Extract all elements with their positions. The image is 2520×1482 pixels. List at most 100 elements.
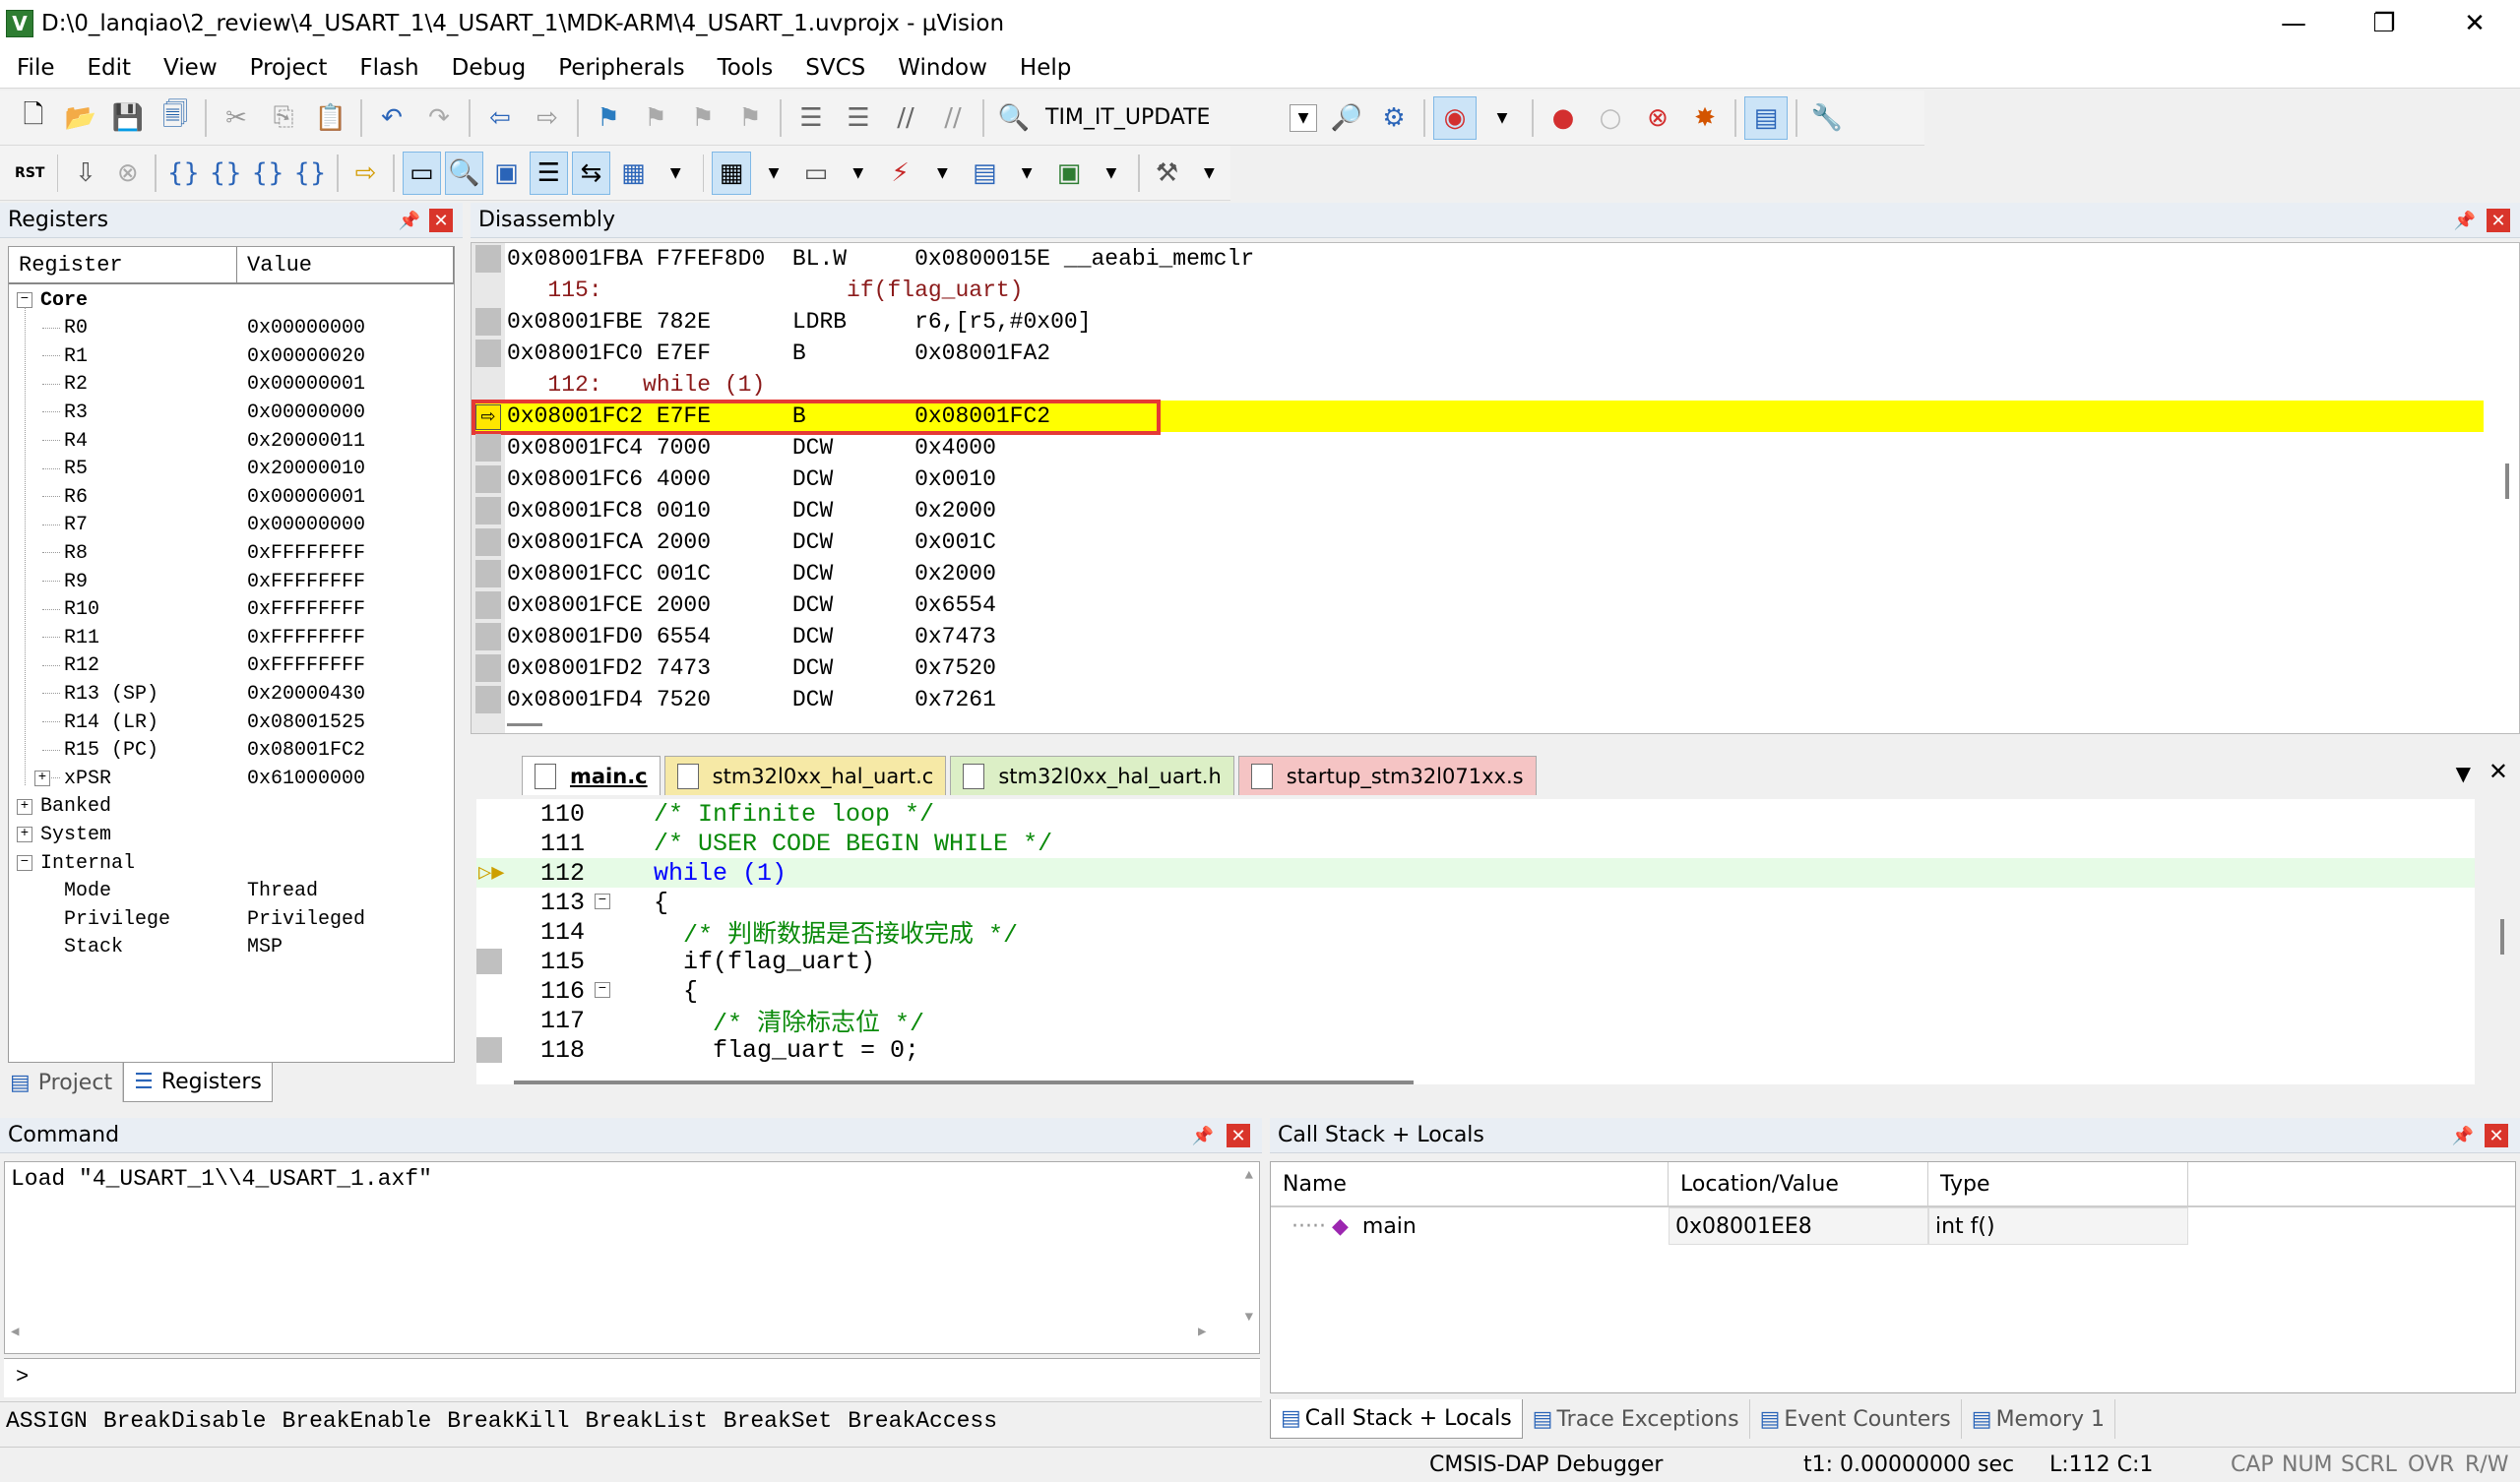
code-line[interactable]: 117 /* 清除标志位 */ [476,1006,2475,1039]
type-column-header[interactable]: Type [1928,1162,2188,1205]
register-value[interactable]: 0x00000000 [247,317,365,340]
debug-session-icon[interactable]: ◉ [1433,95,1477,140]
disassembly-row[interactable]: 0x08001FC4 7000 DCW 0x4000 [507,432,2486,463]
menu-help[interactable]: Help [1003,55,1087,81]
step-out-icon[interactable]: {} [249,152,287,195]
register-value[interactable]: 0x00000000 [247,401,365,424]
disassembly-row[interactable]: 0x08001FD2 7473 DCW 0x7520 [507,652,2486,684]
code-line[interactable]: 111 /* USER CODE BEGIN WHILE */ [476,829,2475,858]
code-line[interactable]: 113 {− [476,888,2475,917]
close-button[interactable]: ✕ [2429,0,2520,47]
save-icon[interactable]: 💾 [106,96,150,140]
register-value[interactable]: 0x00000020 [247,345,365,368]
minimize-button[interactable]: — [2248,0,2339,47]
tab-trace-exceptions[interactable]: ▤ Trace Exceptions [1523,1399,1750,1439]
register-value[interactable]: 0x20000011 [247,430,365,453]
run-icon[interactable]: ⇩ [66,152,104,195]
call-stack-window-icon[interactable]: ⇆ [571,151,610,195]
symbols-window-icon[interactable]: ▣ [487,152,526,195]
kill-breakpoints-icon[interactable]: ✸ [1683,96,1727,140]
register-row[interactable]: R11 0xFFFFFFFF [9,624,454,651]
bookmark-icon[interactable]: ⚑ [587,96,630,140]
command-window-icon[interactable]: ▭ [402,151,441,195]
disassembly-row[interactable]: 0x08001FC8 0010 DCW 0x2000 [507,495,2486,526]
register-row[interactable]: R12 0xFFFFFFFF [9,652,454,680]
code-line[interactable]: 118 flag_uart = 0; [476,1035,2475,1065]
register-group-banked[interactable]: + Banked [9,793,454,821]
source-line-row[interactable]: 112: while (1) [507,369,2486,401]
incremental-find-icon[interactable]: ⚙ [1372,96,1416,140]
analysis-window-icon[interactable]: ⚡ [881,152,919,195]
register-row[interactable]: R13 (SP) 0x20000430 [9,680,454,708]
editor-tab-0[interactable]: main.c [522,756,661,795]
unindent-icon[interactable]: ☰ [837,96,880,140]
register-value[interactable]: MSP [247,936,283,958]
source-line-row[interactable]: 115: if(flag_uart) [507,275,2486,306]
analysis-dropdown-icon[interactable]: ▼ [923,152,962,195]
disassembly-row[interactable]: 0x08001FBA F7FEF8D0 BL.W 0x0800015E __ae… [507,243,2486,275]
command-hint[interactable]: BreakDisable [103,1408,267,1435]
code-line[interactable]: 114 /* 判断数据是否接收完成 */ [476,917,2475,951]
step-over-icon[interactable]: {} [207,152,245,195]
paste-icon[interactable]: 📋 [309,96,352,140]
menu-project[interactable]: Project [233,55,344,81]
register-row[interactable]: R3 0x00000000 [9,399,454,426]
code-line[interactable]: 110 /* Infinite loop */ [476,799,2475,829]
command-hint[interactable]: ASSIGN [6,1408,88,1435]
register-row[interactable]: R14 (LR) 0x08001525 [9,709,454,736]
find-icon[interactable]: 🔎 [1325,96,1368,140]
system-viewer-dropdown-icon[interactable]: ▼ [1092,152,1130,195]
editor-body[interactable]: 110 /* Infinite loop */111 /* USER CODE … [476,799,2475,1084]
register-row[interactable]: R1 0x00000020 [9,342,454,370]
register-row[interactable]: Mode Thread [9,878,454,905]
serial-dropdown-icon[interactable]: ▼ [839,152,877,195]
disassembly-view[interactable]: 0x08001FBA F7FEF8D0 BL.W 0x0800015E __ae… [471,242,2520,734]
register-group-system[interactable]: + System [9,821,454,848]
scroll-left-icon[interactable]: ◀ [11,1324,19,1340]
editor-vertical-scrollbar[interactable] [2500,919,2504,955]
editor-tab-2[interactable]: stm32l0xx_hal_uart.h [950,756,1234,795]
register-group-internal[interactable]: − Internal [9,849,454,877]
cut-icon[interactable]: ✂ [215,96,258,140]
stop-icon[interactable]: ⊗ [108,152,147,195]
maximize-button[interactable]: ❐ [2339,0,2429,47]
register-value[interactable]: 0x08001FC2 [247,739,365,762]
uncomment-icon[interactable]: // [931,96,975,140]
memory-window-icon[interactable]: ▦ [712,151,751,195]
prev-bookmark-icon[interactable]: ⚑ [634,96,677,140]
disassembly-window-icon[interactable]: 🔍 [444,151,483,195]
register-value[interactable]: 0x00000000 [247,514,365,536]
editor-tab-3[interactable]: startup_stm32l071xx.s [1237,756,1537,795]
register-row[interactable]: R0 0x00000000 [9,315,454,342]
pin-icon[interactable]: 📌 [2453,209,2477,232]
close-icon[interactable]: ✕ [1227,1124,1250,1147]
disassembly-row[interactable]: 0x08001FC6 4000 DCW 0x0010 [507,463,2486,495]
register-row[interactable]: Privilege Privileged [9,905,454,933]
command-hint[interactable]: BreakSet [724,1408,832,1435]
disassembly-row[interactable]: 0x08001FC0 E7EF B 0x08001FA2 [507,338,2486,369]
disassembly-row[interactable]: 0x08001FD0 6554 DCW 0x7473 [507,621,2486,652]
close-icon[interactable]: ✕ [429,209,453,232]
register-value[interactable]: 0xFFFFFFFF [247,627,365,649]
find-in-files-icon[interactable]: 🔍 [992,96,1036,140]
chevron-down-icon[interactable]: ▼ [1290,103,1317,132]
register-row[interactable]: R10 0xFFFFFFFF [9,596,454,624]
register-row[interactable]: Stack MSP [9,934,454,961]
name-column-header[interactable]: Name [1271,1162,1669,1205]
register-value[interactable]: Thread [247,880,318,902]
undo-icon[interactable]: ↶ [370,96,413,140]
redo-icon[interactable]: ↷ [417,96,461,140]
indent-icon[interactable]: ☰ [789,96,833,140]
register-row[interactable]: R15 (PC) 0x08001FC2 [9,737,454,765]
trace-dropdown-icon[interactable]: ▼ [1008,152,1046,195]
command-hint[interactable]: BreakAccess [848,1408,997,1435]
expand-icon[interactable]: + [34,771,50,787]
expand-icon[interactable]: + [17,827,32,843]
tab-call-stack[interactable]: ▤ Call Stack + Locals [1270,1399,1523,1439]
close-icon[interactable]: ✕ [2485,1124,2508,1147]
trace-window-icon[interactable]: ▤ [966,152,1004,195]
register-value[interactable]: 0x20000010 [247,458,365,480]
editor-close-icon[interactable]: ✕ [2488,758,2508,785]
system-viewer-icon[interactable]: ▣ [1050,152,1089,195]
register-value[interactable]: 0x00000001 [247,486,365,509]
